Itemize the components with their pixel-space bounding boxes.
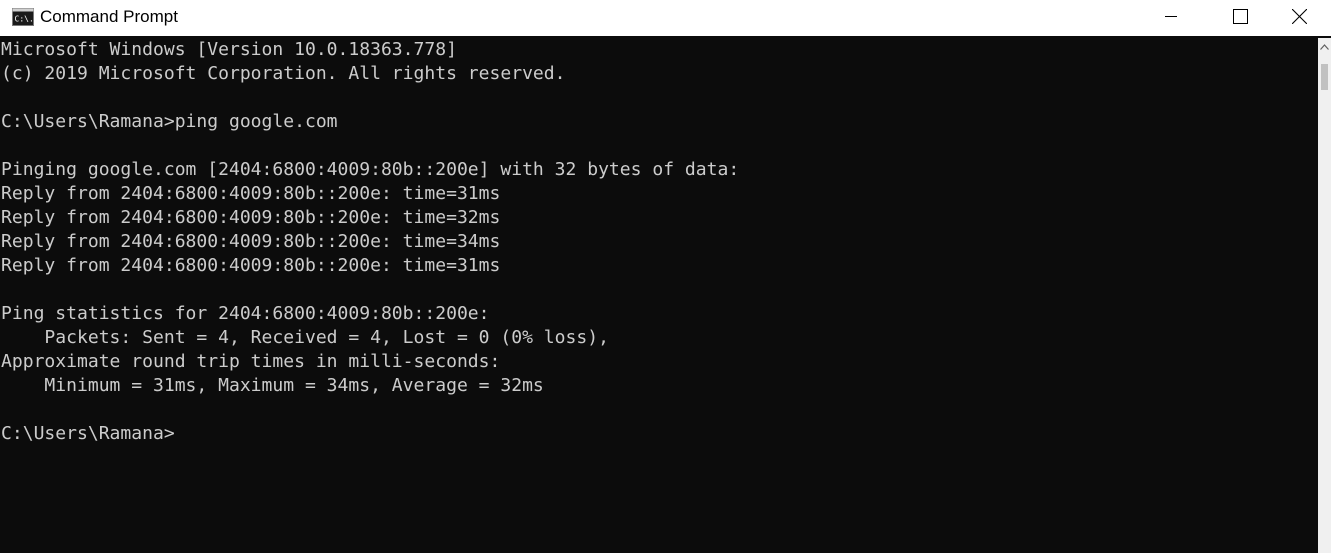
console-line: Reply from 2404:6800:4009:80b::200e: tim… xyxy=(1,255,501,276)
maximize-button[interactable] xyxy=(1208,0,1272,32)
window-title: Command Prompt xyxy=(40,7,178,26)
console-line: Reply from 2404:6800:4009:80b::200e: tim… xyxy=(1,183,501,204)
console-line: Minimum = 31ms, Maximum = 34ms, Average … xyxy=(1,375,544,396)
console-line: Approximate round trip times in milli-se… xyxy=(1,351,501,372)
close-button[interactable] xyxy=(1268,0,1331,32)
console-line: C:\Users\Ramana>ping google.com xyxy=(1,111,338,132)
vertical-scrollbar[interactable] xyxy=(1318,38,1331,553)
console-line: (c) 2019 Microsoft Corporation. All righ… xyxy=(1,63,566,84)
close-icon xyxy=(1292,8,1307,24)
console-line: Microsoft Windows [Version 10.0.18363.77… xyxy=(1,39,457,60)
console-line: Packets: Sent = 4, Received = 4, Lost = … xyxy=(1,327,609,348)
svg-text:C:\.: C:\. xyxy=(15,15,34,24)
minimize-icon xyxy=(1165,16,1177,17)
scroll-up-arrow-icon xyxy=(1320,43,1329,50)
maximize-icon xyxy=(1232,8,1248,24)
scroll-up-button[interactable] xyxy=(1318,38,1331,55)
console-output[interactable]: Microsoft Windows [Version 10.0.18363.77… xyxy=(0,38,1318,553)
console-line: Pinging google.com [2404:6800:4009:80b::… xyxy=(1,159,740,180)
command-prompt-line[interactable]: C:\Users\Ramana> xyxy=(1,422,175,446)
title-bar[interactable]: C:\. Command Prompt xyxy=(0,0,1331,36)
minimize-button[interactable] xyxy=(1139,0,1203,32)
scrollbar-thumb[interactable] xyxy=(1321,64,1328,90)
console-line: Reply from 2404:6800:4009:80b::200e: tim… xyxy=(1,231,501,252)
cmd-icon: C:\. xyxy=(12,8,34,26)
console-line: Ping statistics for 2404:6800:4009:80b::… xyxy=(1,303,490,324)
console-line: Reply from 2404:6800:4009:80b::200e: tim… xyxy=(1,207,501,228)
command-prompt-window: C:\. Command Prompt Microsoft Windows [V… xyxy=(0,0,1331,553)
